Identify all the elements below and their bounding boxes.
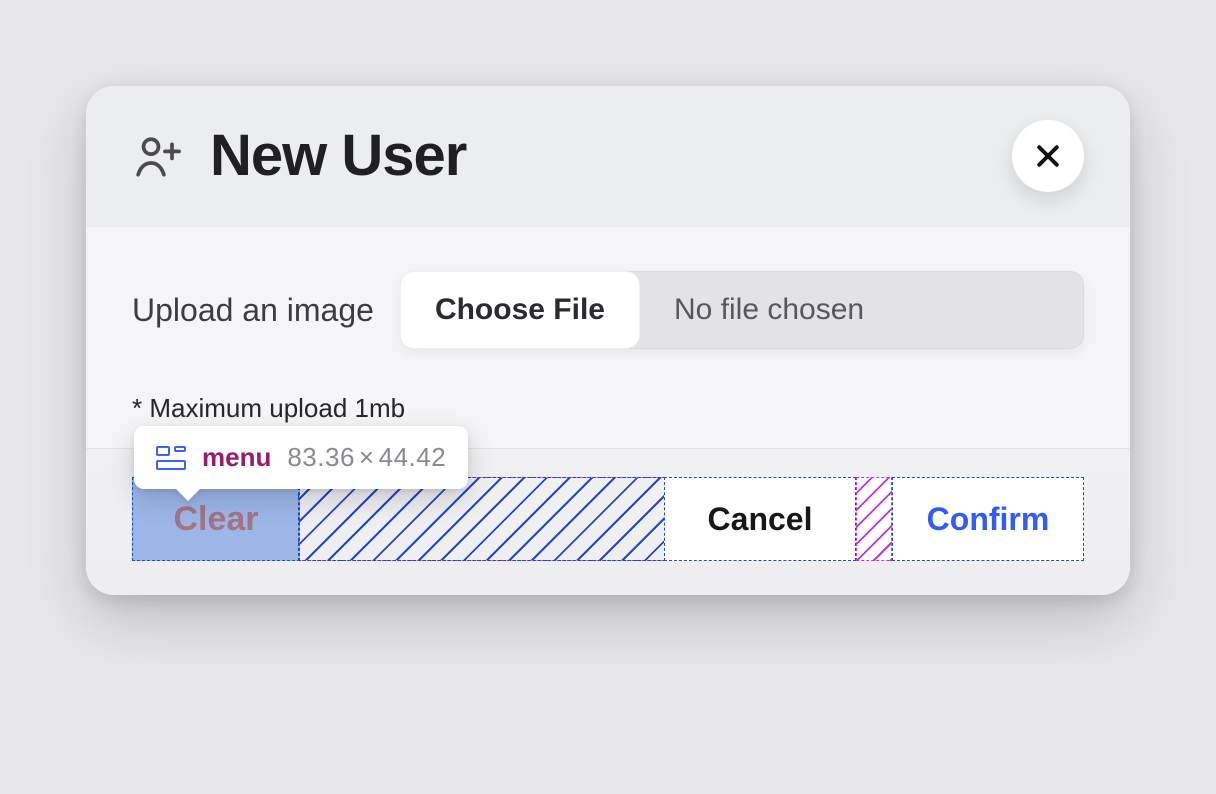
confirm-button-label: Confirm [927,501,1050,538]
confirm-button[interactable]: Confirm [892,477,1084,561]
footer-menu-inspected: Clear Cancel Confirm [132,477,1084,561]
file-status-text: No file chosen [640,271,1084,349]
new-user-modal: New User Upload an image Choose File No … [86,86,1130,595]
cancel-button-label: Cancel [708,501,813,538]
choose-file-button[interactable]: Choose File [400,271,640,349]
clear-button[interactable]: Clear [132,477,300,561]
tooltip-dimensions: 83.36×44.42 [287,442,446,473]
devtools-element-tooltip: menu 83.36×44.42 [134,426,468,489]
flex-free-space [298,477,666,561]
close-icon [1033,141,1063,171]
close-button[interactable] [1012,120,1084,192]
layout-icon [156,446,186,470]
tooltip-tag-name: menu [202,442,271,473]
cancel-button[interactable]: Cancel [664,477,856,561]
modal-header: New User [86,86,1130,226]
upload-hint: * Maximum upload 1mb [132,393,1084,424]
tooltip-width: 83.36 [287,442,355,472]
file-input[interactable]: Choose File No file chosen [400,271,1084,349]
upload-label: Upload an image [132,292,374,329]
modal-title: New User [210,127,988,185]
upload-row: Upload an image Choose File No file chos… [132,271,1084,349]
modal-body: Upload an image Choose File No file chos… [86,226,1130,448]
user-plus-icon [130,128,186,184]
grid-gap-indicator [856,477,892,561]
tooltip-height: 44.42 [379,442,447,472]
clear-button-label: Clear [173,500,258,539]
